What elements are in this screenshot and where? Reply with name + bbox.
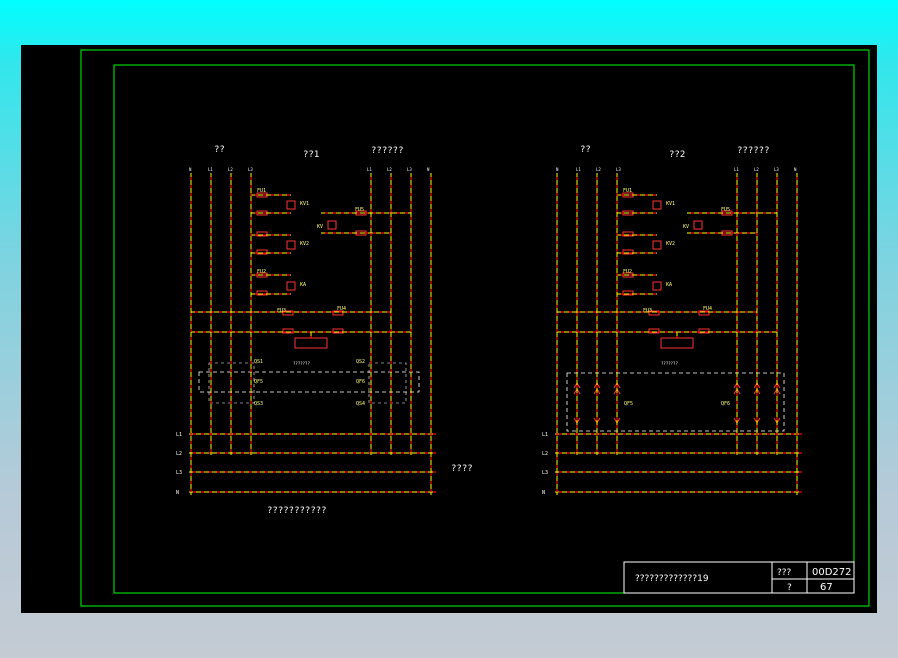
bus-label: L3 bbox=[407, 167, 412, 172]
fuse-label: FU3 bbox=[643, 308, 652, 314]
relay-coil bbox=[652, 281, 662, 291]
bus-label: N bbox=[556, 167, 559, 172]
bus-label: L3 bbox=[774, 167, 779, 172]
right-panel-title: ??2 bbox=[669, 150, 685, 160]
right-top-bus-labels: N L1 L2 L3 L1 L2 L3 N bbox=[556, 167, 797, 172]
schematic-drawing: ?? ??1 ?????? N L1 L2 L3 L1 L2 L3 N FU1 … bbox=[80, 49, 870, 607]
fuse-label: FU1 bbox=[623, 188, 632, 194]
right-load-label: ?????? bbox=[737, 146, 770, 156]
bus-label: L3 bbox=[176, 470, 182, 476]
switch-outline bbox=[368, 362, 407, 404]
fuse-label: FU5 bbox=[355, 207, 364, 213]
switch-label: QF6 bbox=[721, 401, 730, 407]
fuse-label: FU2 bbox=[257, 269, 266, 275]
bus-label: L1 bbox=[734, 167, 739, 172]
left-panel-title: ??1 bbox=[303, 150, 319, 160]
title-block-label: ? bbox=[787, 583, 792, 593]
switch-label: QS3 bbox=[254, 401, 263, 407]
fuse-label: FU4 bbox=[337, 306, 346, 312]
left-load-label: ?????? bbox=[371, 146, 404, 156]
bus-label: L2 bbox=[228, 167, 233, 172]
fuse-label: FU4 bbox=[703, 306, 712, 312]
left-device-labels: FU1 FU2 FU3 FU4 FU5 KV1 KV2 KA KV ??????… bbox=[254, 188, 365, 407]
drawing-number: 00D272 bbox=[812, 567, 852, 578]
cad-viewport[interactable]: ?? ??1 ?????? N L1 L2 L3 L1 L2 L3 N FU1 … bbox=[21, 45, 877, 613]
bus-label: L1 bbox=[576, 167, 581, 172]
switch-label: QS2 bbox=[356, 359, 365, 365]
fuse-label: FU2 bbox=[623, 269, 632, 275]
switch-group-outline bbox=[198, 371, 420, 393]
fuse-label: FU5 bbox=[721, 207, 730, 213]
right-device-labels: FU1 FU2 FU3 FU4 FU5 KV1 KV2 KA KV ??????… bbox=[623, 188, 730, 407]
relay-coil bbox=[693, 220, 703, 230]
bus-label: N bbox=[794, 167, 797, 172]
bus-label: N bbox=[542, 490, 545, 496]
switch-label: QF5 bbox=[624, 401, 633, 407]
bus-label: L2 bbox=[542, 451, 548, 457]
bus-label: L1 bbox=[176, 432, 182, 438]
relay-label: KA bbox=[666, 282, 672, 288]
bus-label: L2 bbox=[596, 167, 601, 172]
bus-label: L3 bbox=[616, 167, 621, 172]
bus-label: L1 bbox=[542, 432, 548, 438]
title-block-label: ??? bbox=[777, 568, 792, 578]
bus-label: L3 bbox=[542, 470, 548, 476]
module-label: ??????? bbox=[661, 361, 678, 366]
bus-label: N bbox=[176, 490, 179, 496]
switch-label: QS1 bbox=[254, 359, 263, 365]
drawing-name: ?????????????19 bbox=[635, 574, 709, 584]
right-panel: ?? ??2 ?????? N L1 L2 L3 L1 L2 L3 N FU1 … bbox=[542, 145, 802, 496]
relay-label: KV bbox=[317, 224, 323, 230]
relay-coil bbox=[652, 200, 662, 210]
relay-coil bbox=[286, 200, 296, 210]
switch-group-outline bbox=[566, 372, 785, 432]
control-module bbox=[294, 337, 328, 349]
side-note: ???? bbox=[451, 464, 473, 474]
control-module bbox=[660, 337, 694, 349]
relay-coil bbox=[652, 240, 662, 250]
module-label: ??????? bbox=[293, 361, 310, 366]
bus-label: N bbox=[189, 167, 192, 172]
left-bottom-bus-labels: L1 L2 L3 N bbox=[176, 432, 182, 496]
switch-label: QS4 bbox=[356, 401, 365, 407]
left-source-label: ?? bbox=[214, 145, 225, 155]
bus-label: L2 bbox=[754, 167, 759, 172]
right-source-label: ?? bbox=[580, 145, 591, 155]
left-panel-caption: ??????????? bbox=[267, 506, 327, 516]
left-top-bus-labels: N L1 L2 L3 L1 L2 L3 N bbox=[189, 167, 430, 172]
relay-coil bbox=[286, 240, 296, 250]
bus-label: L2 bbox=[387, 167, 392, 172]
relay-label: KV1 bbox=[300, 201, 309, 207]
outer-frame bbox=[80, 49, 870, 607]
sheet-number: 67 bbox=[820, 582, 833, 593]
inner-frame bbox=[113, 64, 855, 594]
bus-label: N bbox=[427, 167, 430, 172]
title-block: ?????????????19 ??? 00D272 ? 67 bbox=[623, 561, 855, 594]
left-panel: ?? ??1 ?????? N L1 L2 L3 L1 L2 L3 N FU1 … bbox=[176, 145, 436, 516]
bus-label: L3 bbox=[248, 167, 253, 172]
relay-label: KV1 bbox=[666, 201, 675, 207]
relay-label: KV bbox=[683, 224, 689, 230]
bus-label: L2 bbox=[176, 451, 182, 457]
relay-coil bbox=[327, 220, 337, 230]
relay-label: KV2 bbox=[300, 241, 309, 247]
bus-label: L1 bbox=[367, 167, 372, 172]
relay-coil bbox=[286, 281, 296, 291]
switch-label: QF5 bbox=[254, 379, 263, 385]
fuse-label: FU3 bbox=[277, 308, 286, 314]
relay-label: KV2 bbox=[666, 241, 675, 247]
right-bottom-bus-labels: L1 L2 L3 N bbox=[542, 432, 548, 496]
fuse-label: FU1 bbox=[257, 188, 266, 194]
switch-label: QF6 bbox=[356, 379, 365, 385]
relay-label: KA bbox=[300, 282, 306, 288]
bus-label: L1 bbox=[208, 167, 213, 172]
